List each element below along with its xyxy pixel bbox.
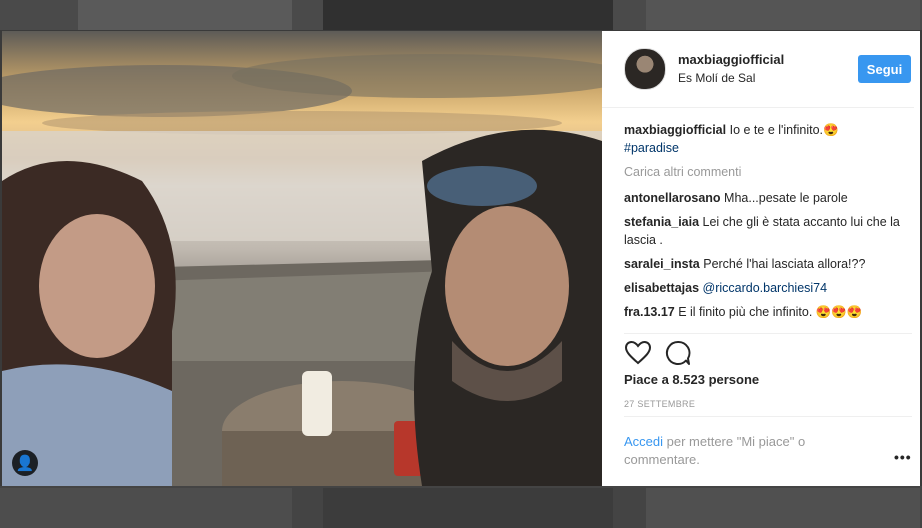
avatar[interactable] xyxy=(624,48,666,90)
comment-username[interactable]: saralei_insta xyxy=(624,257,700,271)
like-heart-icon[interactable] xyxy=(624,339,652,367)
background-thumbnail[interactable] xyxy=(646,0,920,30)
post-date: 27 SETTEMBRE xyxy=(624,399,696,409)
caption-text: Io e te e l'infinito.😍 xyxy=(729,123,839,137)
background-thumbnail[interactable] xyxy=(646,488,920,528)
comment-text: Perché l'hai lasciata allora!?? xyxy=(703,257,866,271)
login-prompt: Accedi per mettere "Mi piace" o commenta… xyxy=(624,433,844,469)
list-item: fra.13.17 E il finito più che infinito. … xyxy=(624,303,912,321)
background-thumbnail[interactable] xyxy=(78,0,292,30)
comment-username[interactable]: antonellarosano xyxy=(624,191,721,205)
post-sidebar: maxbiaggiofficial Es Molí de Sal Segui m… xyxy=(602,31,920,486)
comment-text: E il finito più che infinito. 😍😍😍 xyxy=(678,305,863,319)
post-photo[interactable]: 👤 xyxy=(2,31,602,486)
list-item: elisabettajas @riccardo.barchiesi74 xyxy=(624,279,912,297)
more-options-icon[interactable]: ••• xyxy=(894,449,912,465)
likes-count[interactable]: Piace a 8.523 persone xyxy=(624,372,759,387)
background-thumbnail[interactable] xyxy=(0,488,292,528)
photo-illustration xyxy=(2,54,602,486)
comment-mention-link[interactable]: @riccardo.barchiesi74 xyxy=(703,281,828,295)
list-item: stefania_iaia Lei che gli è stata accant… xyxy=(624,213,912,249)
background-thumbnail[interactable] xyxy=(323,0,613,30)
load-more-comments-link[interactable]: Carica altri commenti xyxy=(624,163,912,181)
comment-text: Mha...pesate le parole xyxy=(724,191,848,205)
post-header: maxbiaggiofficial Es Molí de Sal Segui xyxy=(602,31,914,108)
comment-list: maxbiaggiofficial Io e te e l'infinito.😍… xyxy=(624,121,912,327)
post-username[interactable]: maxbiaggiofficial xyxy=(678,52,784,67)
divider xyxy=(624,333,912,334)
user-tag-icon[interactable]: 👤 xyxy=(12,450,38,476)
list-item: antonellarosano Mha...pesate le parole xyxy=(624,189,912,207)
post-location[interactable]: Es Molí de Sal xyxy=(678,71,755,85)
list-item: saralei_insta Perché l'hai lasciata allo… xyxy=(624,255,912,273)
follow-button[interactable]: Segui xyxy=(858,55,911,83)
divider xyxy=(624,416,912,417)
post-modal: 👤 maxbiaggiofficial Es Molí de Sal Segui… xyxy=(2,31,920,486)
hashtag-link[interactable]: #paradise xyxy=(624,139,912,157)
caption: maxbiaggiofficial Io e te e l'infinito.😍… xyxy=(624,121,912,157)
comment-bubble-icon[interactable] xyxy=(664,339,692,367)
comment-username[interactable]: elisabettajas xyxy=(624,281,699,295)
caption-username[interactable]: maxbiaggiofficial xyxy=(624,123,726,137)
login-link[interactable]: Accedi xyxy=(624,434,663,449)
comment-username[interactable]: stefania_iaia xyxy=(624,215,699,229)
background-thumbnail[interactable] xyxy=(323,488,613,528)
comment-username[interactable]: fra.13.17 xyxy=(624,305,675,319)
